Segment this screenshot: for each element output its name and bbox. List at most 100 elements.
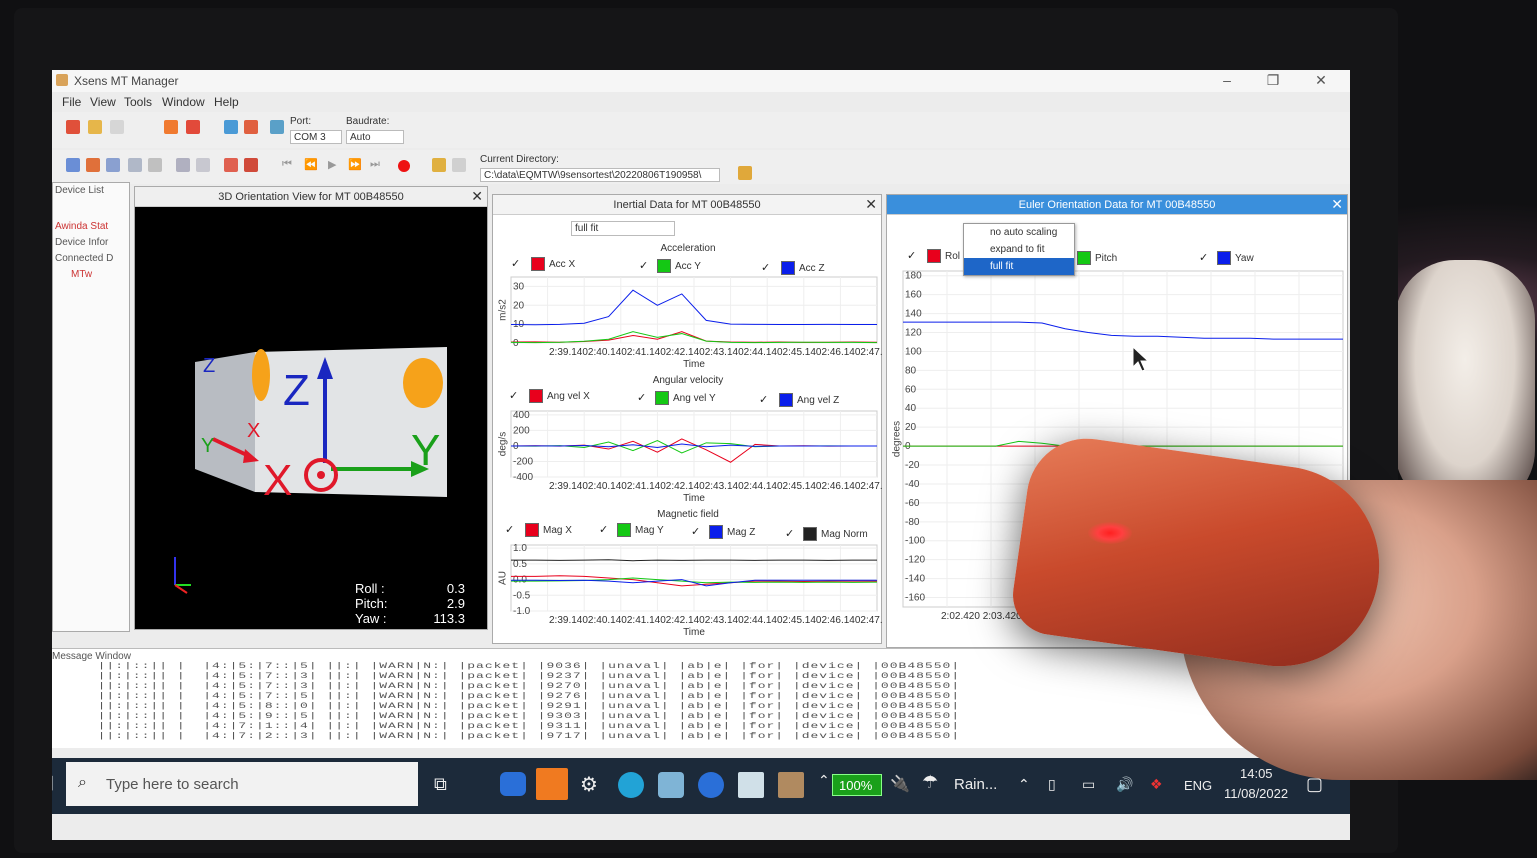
record-settings-icon[interactable] [244, 158, 258, 172]
save-file-icon[interactable] [452, 158, 466, 172]
device-icon[interactable]: ▯ [1048, 776, 1056, 793]
roll-checkbox[interactable]: ✓ [907, 249, 916, 262]
weather-umbrella-icon[interactable]: ☂ [922, 772, 938, 793]
gyr-x-checkbox[interactable]: ✓ [509, 389, 518, 402]
roll-label: Roll : [355, 581, 385, 596]
weather-text[interactable]: Rain... [954, 776, 997, 793]
acc-y-checkbox[interactable]: ✓ [639, 259, 648, 272]
battery-icon[interactable]: ▭ [1082, 776, 1095, 793]
menu-tools[interactable]: Tools [124, 95, 152, 109]
wireless-icon[interactable] [164, 120, 178, 134]
view-status-icon[interactable] [148, 158, 162, 172]
view-3d-icon[interactable] [66, 158, 80, 172]
y-tick-label: 20 [513, 300, 525, 311]
fit-mode-select[interactable]: full fit [571, 221, 675, 236]
magnetic-field-chart[interactable]: 1.00.50.0-0.5-1.0AU2:39.1402:40.1402:41.… [493, 541, 883, 645]
menu-item-full-fit[interactable]: full fit [964, 258, 1074, 275]
yaw-checkbox[interactable]: ✓ [1199, 251, 1208, 264]
acc-z-checkbox[interactable]: ✓ [761, 261, 770, 274]
menu-file[interactable]: File [62, 95, 81, 109]
connect-icon[interactable] [66, 120, 80, 134]
close-button[interactable]: ✕ [1306, 72, 1336, 89]
menu-item-expand-to-fit[interactable]: expand to fit [964, 241, 1074, 258]
camera-icon[interactable] [738, 166, 752, 180]
step-back-icon[interactable]: ⏪ [304, 158, 318, 171]
device-config-icon[interactable] [244, 120, 258, 134]
edit-icon[interactable] [110, 120, 124, 134]
gyr-x-legend: Ang vel X [547, 391, 590, 402]
y-tick-label: -0.5 [513, 590, 531, 601]
orientation-cube-view[interactable]: Z Y X Z X Y Roll : 0.3 Pitch: 2.9 Yaw: … [135, 207, 489, 631]
chevron-up-icon[interactable]: ⌃ [1018, 776, 1030, 793]
restore-button[interactable]: ❐ [1258, 72, 1288, 89]
device-list-item[interactable]: MTw [71, 269, 92, 280]
current-directory-field[interactable]: C:\data\EQMTW\9sensortest\20220806T19095… [480, 168, 720, 182]
view-table-icon[interactable] [128, 158, 142, 172]
acceleration-chart[interactable]: 3020100m/s22:39.1402:40.1402:41.1402:42.… [493, 275, 883, 371]
device-list-item[interactable]: Connected D [55, 253, 113, 264]
menu-view[interactable]: View [90, 95, 116, 109]
device-list-title: Device List [55, 185, 104, 196]
gyr-z-legend: Ang vel Z [797, 395, 840, 406]
plush-toy-background [1395, 260, 1535, 510]
edge-browser-icon[interactable] [618, 772, 644, 798]
menu-window[interactable]: Window [162, 95, 205, 109]
goto-end-icon[interactable]: ⏭ [370, 158, 380, 171]
close-view-icon[interactable]: ✕ [1331, 196, 1343, 213]
angular-velocity-title: Angular velocity [652, 375, 724, 386]
step-forward-icon[interactable]: ⏩ [348, 158, 362, 171]
clock-time[interactable]: 14:05 [1240, 766, 1273, 781]
app-icon[interactable] [738, 772, 764, 798]
view-log-icon[interactable] [196, 158, 210, 172]
port-select[interactable]: COM 3 [290, 130, 342, 144]
device-list-item[interactable]: Awinda Stat [55, 221, 108, 232]
close-view-icon[interactable]: ✕ [865, 196, 877, 213]
settings-gear-icon[interactable]: ⚙ [580, 772, 598, 797]
baudrate-select[interactable]: Auto [346, 130, 404, 144]
play-icon[interactable]: ▶ [328, 158, 336, 171]
clock-date[interactable]: 11/08/2022 [1224, 786, 1288, 801]
y-tick-label: 200 [513, 425, 530, 436]
angular-velocity-chart[interactable]: 4002000-200-400deg/s2:39.1402:40.1402:41… [493, 407, 883, 513]
taskbar-search-box[interactable]: ⌕ Type here to search [66, 762, 418, 806]
acc-x-checkbox[interactable]: ✓ [511, 257, 520, 270]
device-list-item[interactable]: Device Infor [55, 237, 108, 248]
cube-axis-label: Y [201, 435, 214, 457]
export-icon[interactable] [224, 158, 238, 172]
view-euler-icon[interactable] [106, 158, 120, 172]
chevron-up-icon[interactable]: ⌃ [818, 772, 830, 789]
menu-item-no-auto-scaling[interactable]: no auto scaling [964, 224, 1074, 241]
app-icon[interactable] [658, 772, 684, 798]
gyr-z-checkbox[interactable]: ✓ [759, 393, 768, 406]
mag-norm-checkbox[interactable]: ✓ [785, 527, 794, 540]
mag-y-checkbox[interactable]: ✓ [599, 523, 608, 536]
sigma-app-icon[interactable] [698, 772, 724, 798]
view-inertial-icon[interactable] [86, 158, 100, 172]
view-list-icon[interactable] [176, 158, 190, 172]
speaker-icon[interactable]: 🔊 [1116, 776, 1133, 793]
task-view-icon[interactable]: ⧉ [434, 774, 447, 795]
menu-bar: File View Tools Window Help [52, 92, 1350, 112]
record-icon[interactable] [398, 160, 410, 172]
scan-icon[interactable] [88, 120, 102, 134]
language-indicator[interactable]: ENG [1184, 778, 1212, 793]
goto-start-icon[interactable]: ⏮ [282, 158, 292, 171]
wireless-off-icon[interactable] [186, 120, 200, 134]
open-folder-icon[interactable] [432, 158, 446, 172]
close-view-icon[interactable]: ✕ [471, 188, 483, 205]
yaw-label: Yaw : [355, 611, 387, 626]
device-icon[interactable] [224, 120, 238, 134]
start-windows-icon[interactable]: ⊞ [52, 770, 54, 796]
dropbox-icon[interactable]: ❖ [1150, 776, 1163, 793]
mt-manager-taskbar-icon[interactable] [778, 772, 804, 798]
y-tick-label: -160 [905, 593, 925, 604]
message-line: ||:|::|| | |4:|5:|7::|5| ||:| |WARN|N:| … [80, 661, 961, 671]
mag-z-checkbox[interactable]: ✓ [691, 525, 700, 538]
menu-help[interactable]: Help [214, 95, 239, 109]
active-app-icon[interactable] [536, 768, 568, 800]
battery-indicator[interactable]: 100% [832, 774, 882, 796]
mag-x-checkbox[interactable]: ✓ [505, 523, 514, 536]
gyr-y-checkbox[interactable]: ✓ [637, 391, 646, 404]
minimize-button[interactable]: – [1212, 72, 1242, 88]
zoom-app-icon[interactable] [500, 772, 526, 796]
